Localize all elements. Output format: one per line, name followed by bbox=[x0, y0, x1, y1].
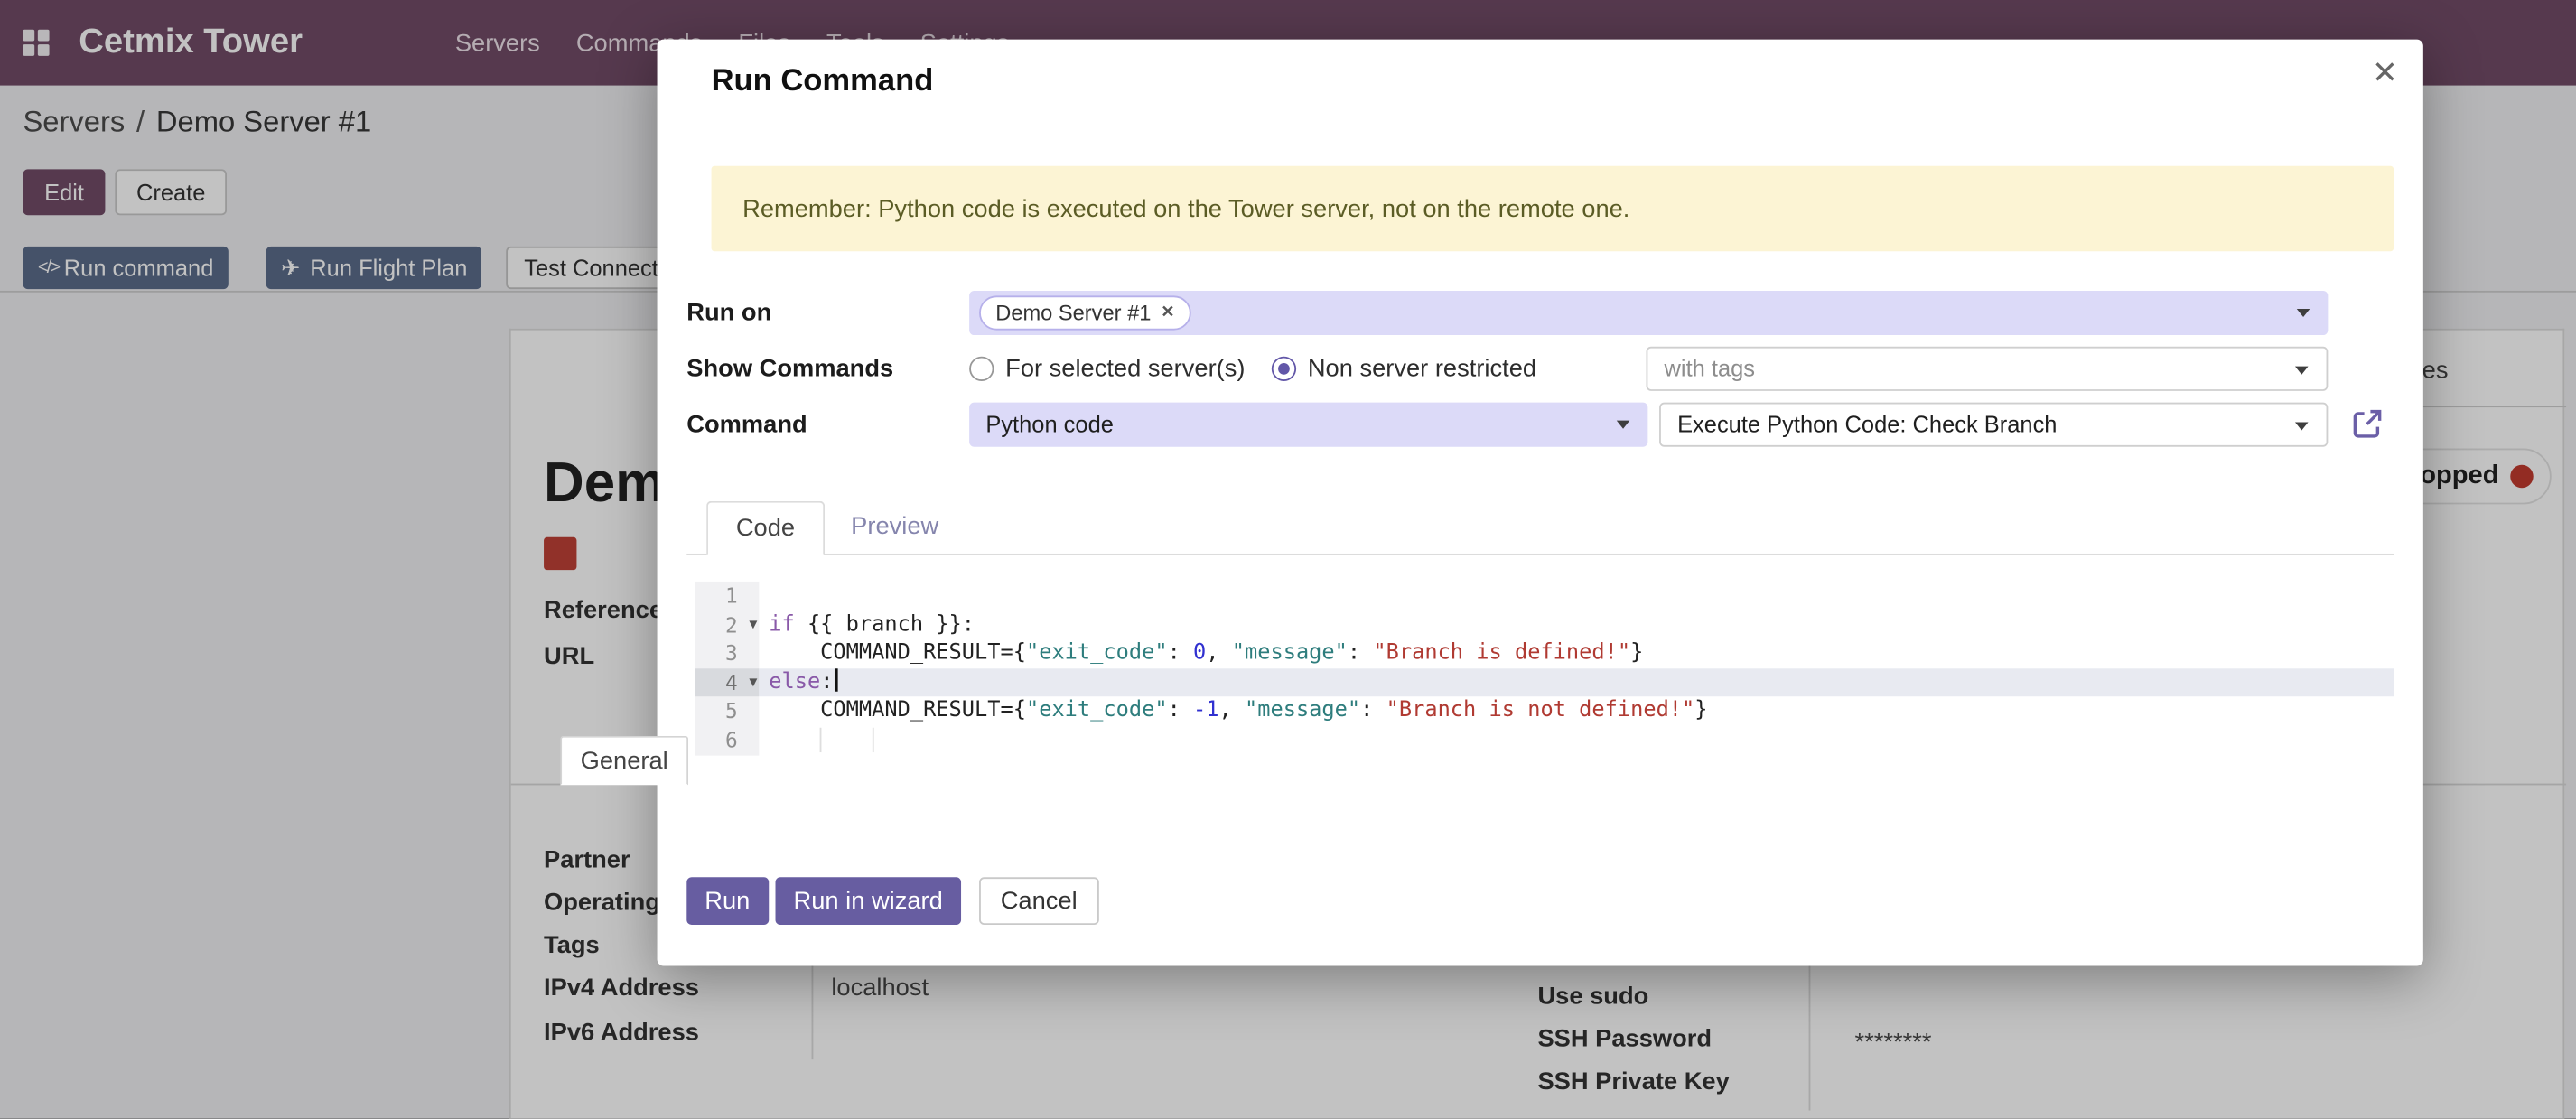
command-type-value: Python code bbox=[985, 411, 1114, 437]
gutter-line-active: 4▾ bbox=[695, 668, 759, 697]
run-on-label: Run on bbox=[686, 291, 771, 335]
command-value: Execute Python Code: Check Branch bbox=[1677, 411, 2057, 437]
tags-filter-placeholder: with tags bbox=[1665, 355, 1755, 381]
code-line-6 bbox=[759, 726, 2394, 755]
indent-guide bbox=[873, 728, 874, 752]
cancel-button[interactable]: Cancel bbox=[979, 877, 1098, 925]
chip-remove-icon[interactable]: ✕ bbox=[1161, 303, 1174, 322]
server-chip-label: Demo Server #1 bbox=[995, 301, 1151, 325]
chevron-down-icon bbox=[2297, 309, 2310, 317]
radio-non-server-restricted[interactable]: Non server restricted bbox=[1272, 347, 1536, 391]
code-line-5: COMMAND_RESULT={"exit_code": -1, "messag… bbox=[759, 697, 2394, 726]
server-chip: Demo Server #1 ✕ bbox=[979, 295, 1191, 330]
command-type-select[interactable]: Python code bbox=[969, 403, 1647, 447]
modal-close-button[interactable]: × bbox=[2373, 52, 2397, 93]
run-button[interactable]: Run bbox=[686, 877, 768, 925]
gutter-line: 5 bbox=[695, 697, 759, 726]
show-commands-label: Show Commands bbox=[686, 347, 893, 391]
indent-guide bbox=[820, 728, 822, 752]
run-on-field[interactable]: Demo Server #1 ✕ bbox=[969, 291, 2328, 335]
code-editor[interactable]: 1 2▾ 3 4▾ 5 6 if {{ branch }}: COMMAND_R… bbox=[695, 582, 2394, 756]
code-line-4: else: bbox=[759, 668, 2394, 697]
run-command-modal: Run Command × Remember: Python code is e… bbox=[658, 40, 2423, 966]
code-line-3: COMMAND_RESULT={"exit_code": 0, "message… bbox=[759, 639, 2394, 668]
tab-preview[interactable]: Preview bbox=[823, 501, 966, 555]
radio-non-server-restricted-label: Non server restricted bbox=[1308, 355, 1536, 383]
radio-for-selected-servers[interactable]: For selected server(s) bbox=[969, 347, 1245, 391]
run-in-wizard-button[interactable]: Run in wizard bbox=[776, 877, 961, 925]
command-select[interactable]: Execute Python Code: Check Branch bbox=[1659, 403, 2328, 447]
screen: Cetmix Tower Servers Commands Files Tool… bbox=[0, 0, 2576, 1119]
text-cursor bbox=[835, 668, 838, 691]
code-line-2: if {{ branch }}: bbox=[759, 611, 2394, 639]
external-link-icon[interactable] bbox=[2351, 407, 2384, 440]
gutter-line: 2▾ bbox=[695, 611, 759, 639]
tab-general[interactable]: General bbox=[560, 736, 688, 786]
chevron-down-icon bbox=[2295, 422, 2309, 430]
gutter-line: 6 bbox=[695, 726, 759, 755]
editor-gutter: 1 2▾ 3 4▾ 5 6 bbox=[695, 582, 759, 756]
gutter-line: 3 bbox=[695, 639, 759, 668]
command-label: Command bbox=[686, 403, 807, 447]
editor-lines: if {{ branch }}: COMMAND_RESULT={"exit_c… bbox=[759, 582, 2394, 755]
fold-icon[interactable]: ▾ bbox=[749, 611, 757, 639]
tags-filter-select[interactable]: with tags bbox=[1647, 347, 2329, 391]
tabs-underline bbox=[686, 554, 2394, 555]
fold-icon[interactable]: ▾ bbox=[749, 668, 757, 697]
python-warning-alert: Remember: Python code is executed on the… bbox=[712, 166, 2394, 252]
chevron-down-icon bbox=[2295, 367, 2309, 375]
radio-for-selected-servers-label: For selected server(s) bbox=[1005, 355, 1245, 383]
radio-unselected-icon bbox=[969, 357, 994, 381]
code-line-1 bbox=[759, 582, 2394, 611]
tab-code[interactable]: Code bbox=[706, 501, 825, 555]
modal-title: Run Command bbox=[712, 64, 934, 100]
chevron-down-icon bbox=[1617, 421, 1630, 429]
radio-selected-icon bbox=[1272, 357, 1296, 381]
close-icon: × bbox=[2373, 50, 2397, 96]
gutter-line: 1 bbox=[695, 582, 759, 611]
